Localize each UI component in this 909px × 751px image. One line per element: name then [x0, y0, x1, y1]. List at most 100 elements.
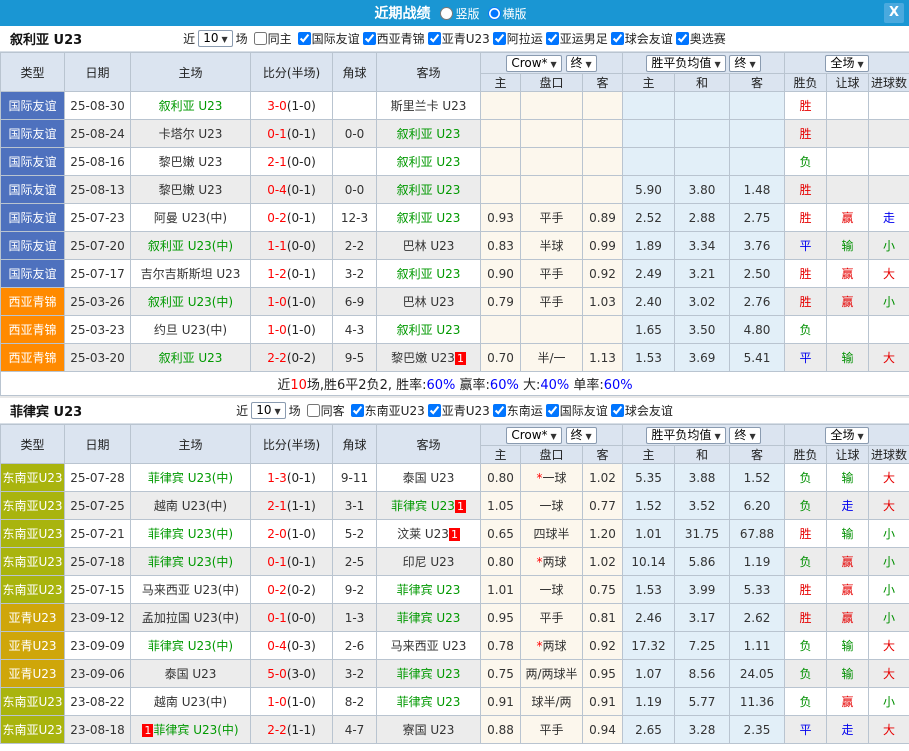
- competition-filter[interactable]: 奥选赛: [673, 30, 726, 47]
- final-odds-select[interactable]: 终▼: [566, 427, 597, 444]
- cell-corner: 12-3: [333, 204, 377, 232]
- layout-option-vertical[interactable]: 竖版: [440, 5, 479, 22]
- competition-checkbox[interactable]: [351, 404, 364, 417]
- vertical-radio[interactable]: [440, 7, 453, 20]
- cell-result: 平: [785, 344, 827, 372]
- cell-handicap-result: 走: [827, 492, 869, 520]
- odds-source-select[interactable]: Crow*▼: [506, 55, 561, 72]
- cell-score: 2-2(1-1): [251, 716, 333, 744]
- cell-corner: 9-5: [333, 344, 377, 372]
- chevron-down-icon: ▼: [857, 432, 863, 441]
- close-icon[interactable]: X: [884, 3, 904, 23]
- competition-checkbox[interactable]: [546, 32, 559, 45]
- cell-avg-home: 1.53: [623, 344, 675, 372]
- horizontal-radio[interactable]: [488, 7, 501, 20]
- team-name: 菲律宾 U23(中): [148, 527, 233, 541]
- competition-filter[interactable]: 东南运: [490, 402, 543, 419]
- cell-home-team: 叙利亚 U23(中): [131, 288, 251, 316]
- competition-checkbox[interactable]: [611, 404, 624, 417]
- cell-result: 胜: [785, 204, 827, 232]
- chevron-down-icon: ▼: [714, 432, 720, 441]
- competition-filter[interactable]: 国际友谊: [295, 30, 360, 47]
- competition-checkbox[interactable]: [546, 404, 559, 417]
- layout-option-horizontal[interactable]: 横版: [488, 5, 527, 22]
- competition-filter[interactable]: 国际友谊: [543, 402, 608, 419]
- competition-filter[interactable]: 阿拉运: [490, 30, 543, 47]
- cell-avg-draw: 5.86: [675, 548, 730, 576]
- team-section-syria: 叙利亚 U23 近 10▼ 场 同主 国际友谊西亚青锦亚青U23阿拉运亚运男足球…: [0, 26, 909, 396]
- cell-avg-home: 5.35: [623, 464, 675, 492]
- competition-checkbox[interactable]: [428, 404, 441, 417]
- competition-checkbox[interactable]: [493, 404, 506, 417]
- cell-handicap-result: 输: [827, 344, 869, 372]
- cell-home-team: 越南 U23(中): [131, 688, 251, 716]
- avg-odds-select[interactable]: 胜平负均值▼: [646, 427, 725, 444]
- sub-header-result: 胜负: [785, 446, 827, 464]
- match-row: 东南亚U2323-08-181菲律宾 U23(中)2-2(1-1)4-7寮国 U…: [1, 716, 909, 744]
- cell-crow-home: 1.05: [481, 492, 521, 520]
- cell-avg-away: [730, 92, 785, 120]
- col-header-score: 比分(半场): [251, 425, 333, 464]
- cell-away-team: 菲律宾 U23: [377, 576, 481, 604]
- competition-label: 国际友谊: [560, 402, 608, 419]
- same-venue-filter[interactable]: 同主: [251, 30, 292, 47]
- cell-avg-away: 1.48: [730, 176, 785, 204]
- odds-source-select[interactable]: Crow*▼: [506, 427, 561, 444]
- cell-score: 2-2(0-2): [251, 344, 333, 372]
- halftime-score: (1-0): [287, 695, 316, 709]
- team-name: 菲律宾 U23(中): [148, 639, 233, 653]
- cell-result: 负: [785, 148, 827, 176]
- cell-goals-result: [869, 120, 909, 148]
- cell-away-team: 黎巴嫩 U231: [377, 344, 481, 372]
- recent-count-select[interactable]: 10▼: [198, 30, 232, 47]
- competition-filter[interactable]: 亚青U23: [425, 402, 490, 419]
- final-avg-select[interactable]: 终▼: [729, 55, 760, 72]
- cell-crow-home: 0.91: [481, 688, 521, 716]
- cell-home-team: 叙利亚 U23: [131, 92, 251, 120]
- avg-odds-select[interactable]: 胜平负均值▼: [646, 55, 725, 72]
- competition-filter[interactable]: 西亚青锦: [360, 30, 425, 47]
- cell-handicap-result: 赢: [827, 260, 869, 288]
- competition-checkbox[interactable]: [676, 32, 689, 45]
- same-venue-checkbox[interactable]: [307, 404, 320, 417]
- cell-handicap: [521, 316, 583, 344]
- cell-handicap-result: 输: [827, 232, 869, 260]
- cell-home-team: 菲律宾 U23(中): [131, 464, 251, 492]
- fulltime-score: 1-0: [267, 695, 287, 709]
- same-venue-checkbox[interactable]: [254, 32, 267, 45]
- same-venue-filter[interactable]: 同客: [304, 402, 345, 419]
- competition-checkbox[interactable]: [363, 32, 376, 45]
- dialog-title: 近期战绩: [374, 3, 430, 23]
- cell-avg-away: 1.52: [730, 464, 785, 492]
- competition-filter[interactable]: 东南亚U23: [348, 402, 425, 419]
- cell-away-team: 印尼 U23: [377, 548, 481, 576]
- competition-checkbox[interactable]: [493, 32, 506, 45]
- fullmatch-select[interactable]: 全场▼: [825, 427, 868, 444]
- competition-checkbox[interactable]: [298, 32, 311, 45]
- cell-away-team: 菲律宾 U23: [377, 604, 481, 632]
- competition-filter[interactable]: 亚运男足: [543, 30, 608, 47]
- competition-filter[interactable]: 亚青U23: [425, 30, 490, 47]
- fullmatch-select[interactable]: 全场▼: [825, 55, 868, 72]
- recent-count-select[interactable]: 10▼: [251, 402, 285, 419]
- cell-result: 平: [785, 716, 827, 744]
- match-row: 国际友谊25-08-30叙利亚 U233-0(1-0)斯里兰卡 U23胜: [1, 92, 909, 120]
- final-avg-select[interactable]: 终▼: [729, 427, 760, 444]
- cell-avg-away: 24.05: [730, 660, 785, 688]
- cell-goals-result: [869, 176, 909, 204]
- competition-checkbox[interactable]: [428, 32, 441, 45]
- cell-crow-away: 0.94: [583, 716, 623, 744]
- cell-goals-result: 小: [869, 288, 909, 316]
- cell-match-type: 西亚青锦: [1, 344, 65, 372]
- cell-home-team: 黎巴嫩 U23: [131, 176, 251, 204]
- competition-checkbox[interactable]: [611, 32, 624, 45]
- cell-result: 胜: [785, 604, 827, 632]
- competition-filter[interactable]: 球会友谊: [608, 30, 673, 47]
- competition-filter[interactable]: 球会友谊: [608, 402, 673, 419]
- same-venue-label: 同客: [321, 402, 345, 419]
- cell-handicap-result: 赢: [827, 604, 869, 632]
- red-card-badge: 1: [449, 528, 460, 541]
- summary-part: 赢率:: [455, 378, 490, 393]
- team-name: 黎巴嫩 U23: [391, 351, 455, 365]
- final-odds-select[interactable]: 终▼: [566, 55, 597, 72]
